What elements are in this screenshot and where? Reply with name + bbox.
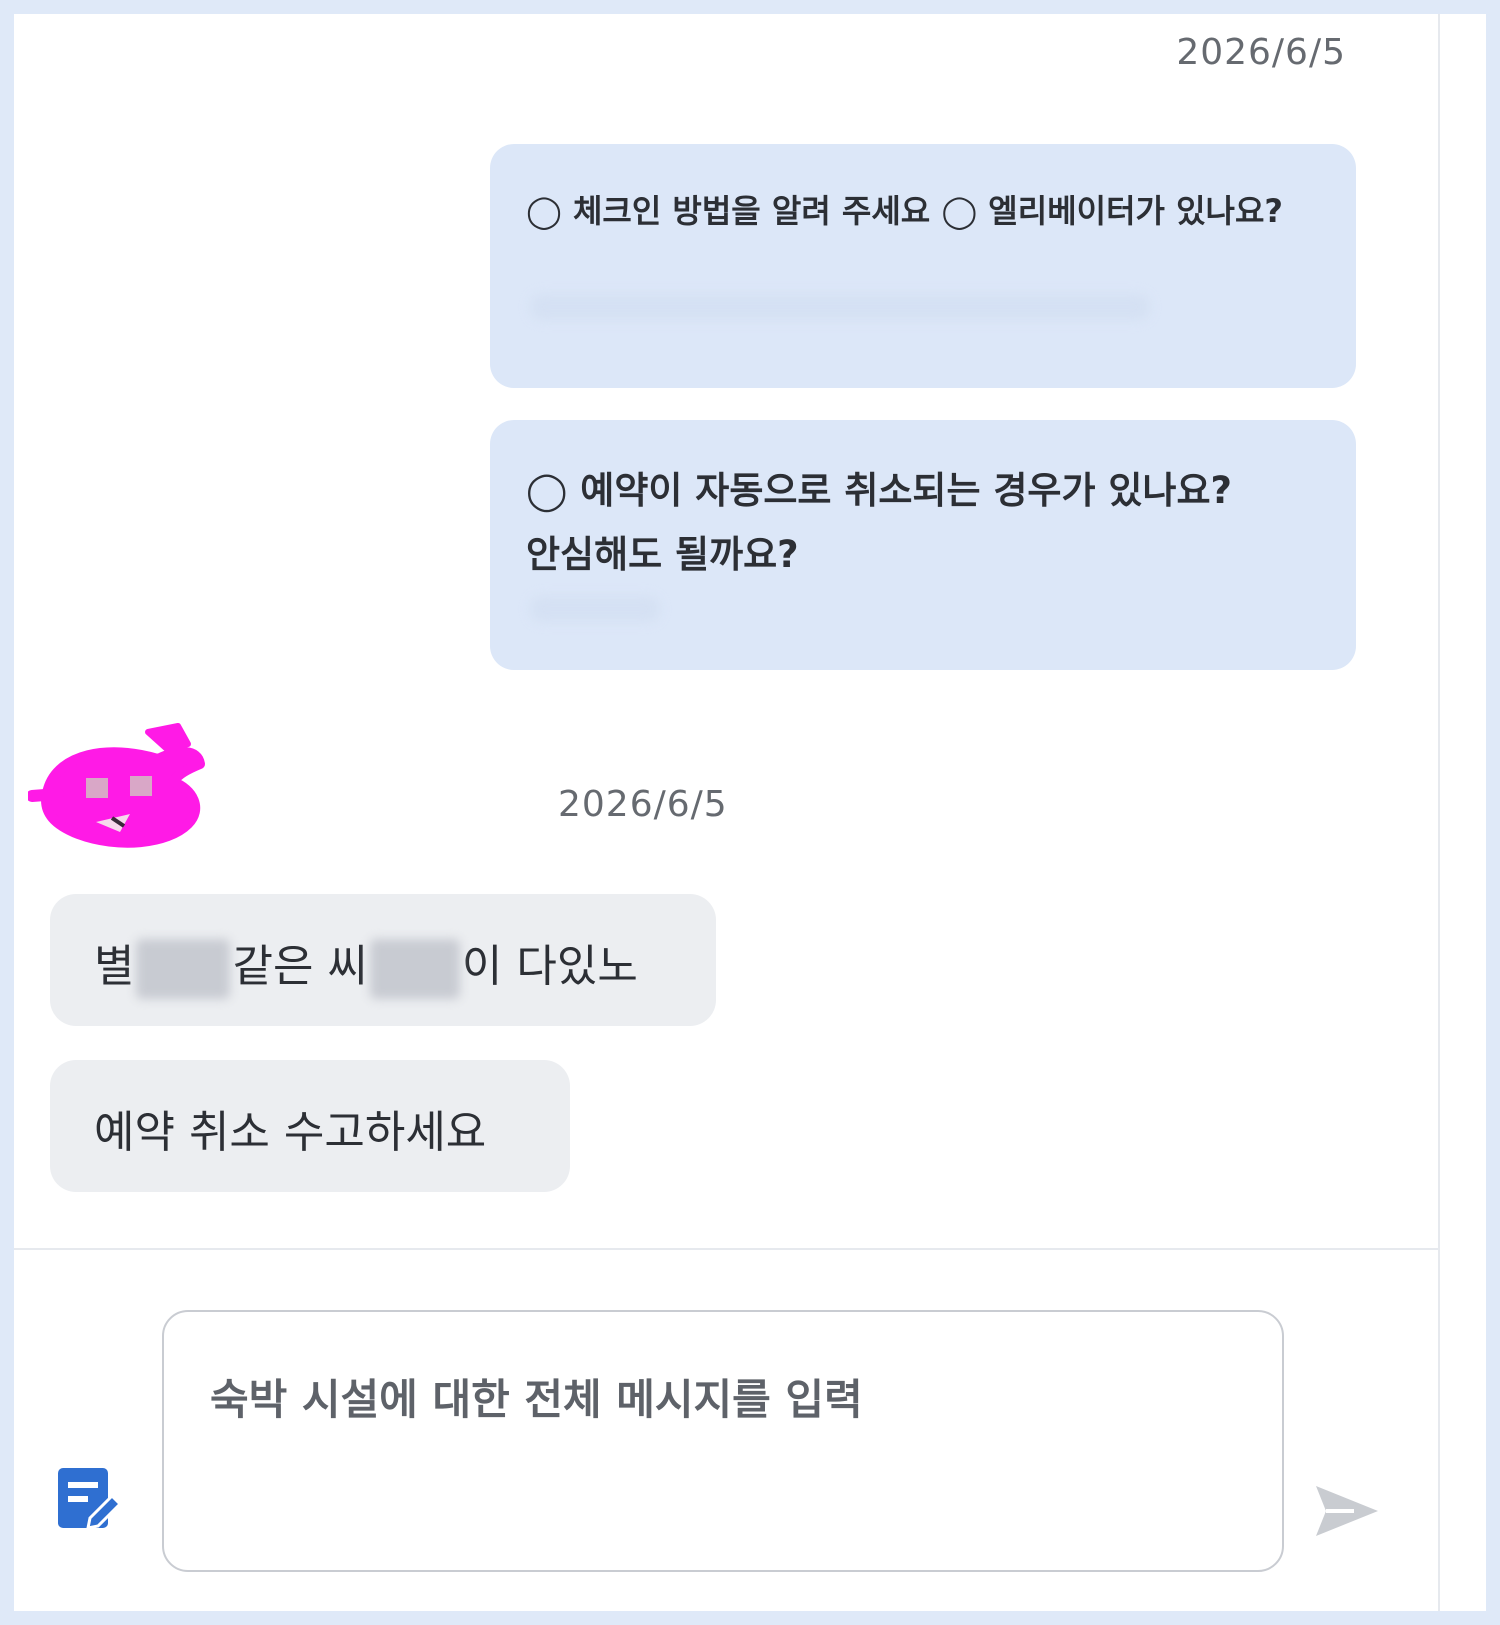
composer-divider: [14, 1248, 1438, 1250]
incoming-timestamp: 2026/6/5: [558, 784, 728, 825]
compose-edit-icon[interactable]: [56, 1466, 122, 1532]
outgoing-message-1: ◯ 체크인 방법을 알려 주세요 ◯ 엘리베이터가 있나요?: [490, 144, 1356, 388]
incoming-message-1-part-3: 이 다있노: [461, 941, 638, 992]
incoming-message-2-text: 예약 취소 수고하세요: [94, 1107, 487, 1158]
outgoing-message-2-line-1: ◯ 예약이 자동으로 취소되는 경우가 있나요?: [526, 469, 1232, 512]
redacted-text: [530, 294, 1150, 320]
redacted-text: [530, 596, 660, 622]
scrollbar-track[interactable]: [1438, 14, 1440, 1611]
censored-word: [136, 939, 231, 999]
outgoing-message-2-line-2: 안심해도 될까요?: [526, 533, 799, 576]
send-arrow-icon[interactable]: [1314, 1484, 1380, 1538]
message-input[interactable]: [162, 1310, 1284, 1572]
censored-word: [369, 939, 460, 999]
outgoing-message-2: ◯ 예약이 자동으로 취소되는 경우가 있나요? 안심해도 될까요?: [490, 420, 1356, 670]
incoming-message-1: 별 같은 씨 이 다있노: [50, 894, 716, 1026]
host-avatar[interactable]: [28, 714, 208, 864]
incoming-message-1-part-1: 별: [94, 941, 135, 992]
outgoing-message-1-text: ◯ 체크인 방법을 알려 주세요 ◯ 엘리베이터가 있나요?: [526, 192, 1283, 230]
incoming-message-2: 예약 취소 수고하세요: [50, 1060, 570, 1192]
outgoing-timestamp: 2026/6/5: [1176, 32, 1346, 73]
chat-window: 2026/6/5 ◯ 체크인 방법을 알려 주세요 ◯ 엘리베이터가 있나요? …: [14, 14, 1486, 1611]
incoming-message-1-text: 별 같은 씨 이 다있노: [94, 930, 638, 999]
incoming-message-1-part-2: 같은 씨: [232, 941, 368, 992]
